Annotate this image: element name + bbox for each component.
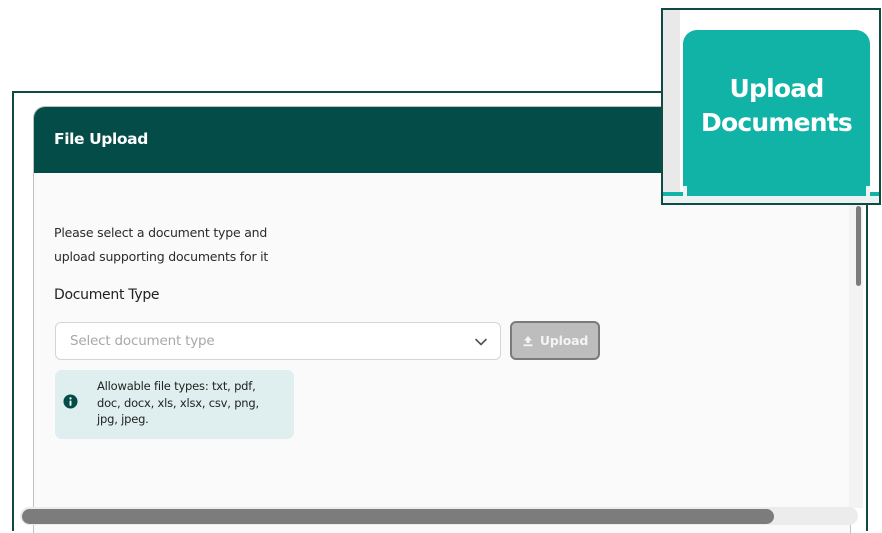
- horizontal-scrollbar-thumb[interactable]: [22, 509, 774, 524]
- document-type-select[interactable]: Select document type: [55, 322, 501, 360]
- tile-label-line-2: Documents: [701, 108, 853, 137]
- upload-documents-callout: Upload Documents: [661, 8, 881, 205]
- upload-button-label: Upload: [539, 333, 589, 348]
- allowed-file-types-notice: Allowable file types: txt, pdf, doc, doc…: [55, 370, 294, 439]
- intro-text: Please select a document type and upload…: [54, 221, 314, 269]
- tile-label-line-1: Upload: [729, 74, 825, 103]
- allowed-file-types-text: Allowable file types: txt, pdf, doc, doc…: [97, 379, 259, 426]
- tile-edge-left: [683, 186, 687, 198]
- select-placeholder: Select document type: [70, 333, 215, 349]
- upload-button[interactable]: Upload: [510, 321, 600, 360]
- tile-edge-right: [866, 186, 870, 198]
- modal-title: File Upload: [54, 130, 148, 148]
- intro-line-2: upload supporting documents for it: [54, 249, 269, 264]
- vertical-scrollbar-thumb[interactable]: [856, 206, 861, 286]
- upload-documents-tile-label: Upload Documents: [683, 72, 870, 140]
- callout-tile-base: [663, 192, 879, 203]
- screenshot-stage: File Upload Please select a document typ…: [0, 0, 882, 533]
- upload-icon: [523, 335, 533, 346]
- chevron-down-icon: [475, 338, 487, 346]
- intro-line-1: Please select a document type and: [54, 225, 268, 240]
- callout-left-strip: [663, 10, 680, 203]
- info-icon: [63, 394, 78, 409]
- document-type-label: Document Type: [54, 287, 160, 303]
